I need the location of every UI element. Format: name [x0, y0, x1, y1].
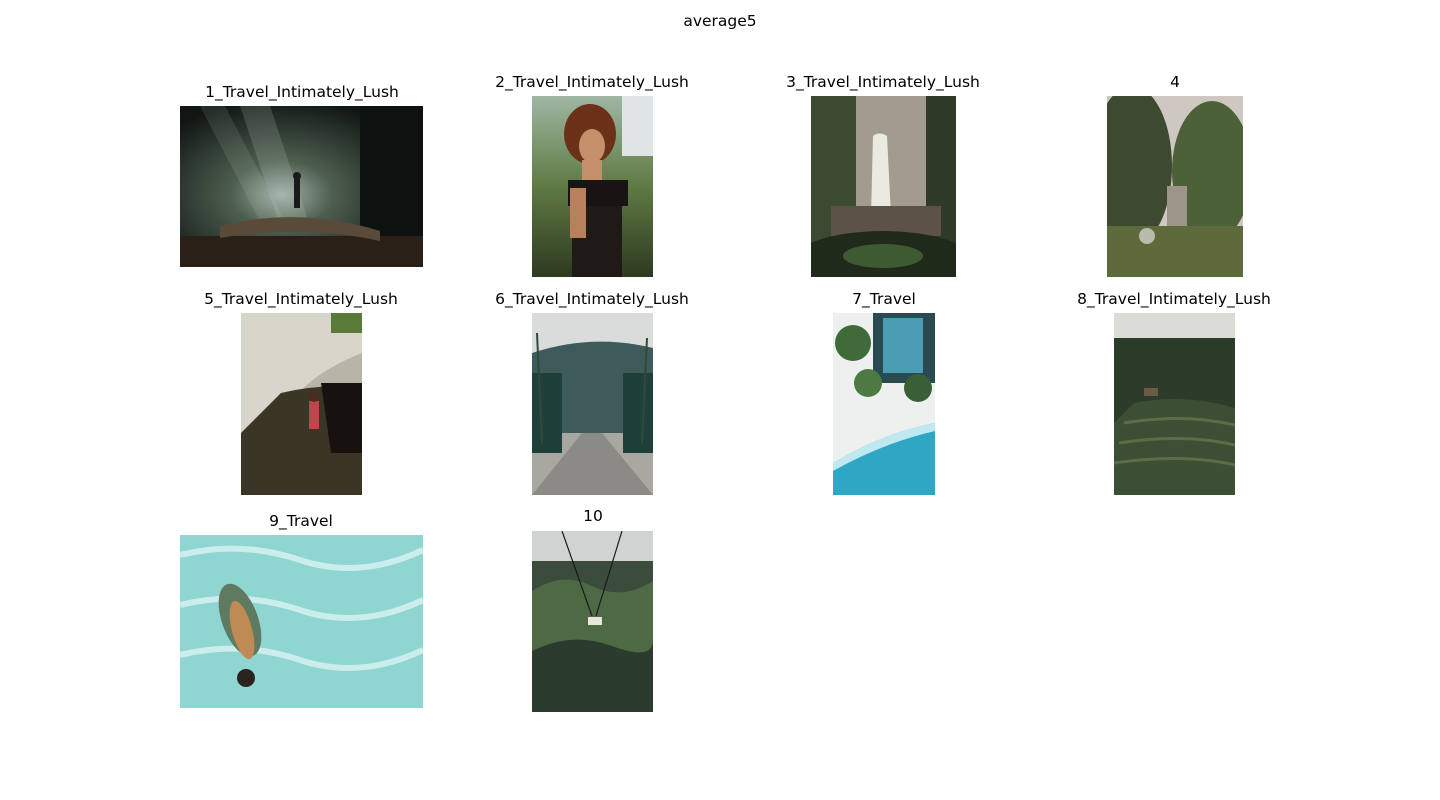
image-3-waterfall: [811, 96, 956, 277]
image-1-rainforest-hiker: [180, 106, 423, 267]
image-4-overgrown-trees: [1107, 96, 1243, 277]
image-6-palm-road: [532, 313, 653, 495]
image-10-jungle-swing: [532, 531, 653, 712]
caption-2: 2_Travel_Intimately_Lush: [495, 73, 689, 91]
image-9-swimmer-pool: [180, 535, 423, 708]
caption-1: 1_Travel_Intimately_Lush: [205, 83, 399, 101]
caption-9: 9_Travel: [269, 512, 333, 530]
image-2-portrait: [532, 96, 653, 277]
caption-8: 8_Travel_Intimately_Lush: [1077, 290, 1271, 308]
image-8-rice-terraces: [1114, 313, 1235, 495]
caption-4: 4: [1170, 73, 1180, 91]
caption-3: 3_Travel_Intimately_Lush: [786, 73, 980, 91]
caption-5: 5_Travel_Intimately_Lush: [204, 290, 398, 308]
caption-6: 6_Travel_Intimately_Lush: [495, 290, 689, 308]
figure-title: average5: [683, 12, 757, 30]
image-7-aerial-beach: [833, 313, 935, 495]
caption-10: 10: [583, 507, 603, 525]
image-5-rock-climber: [241, 313, 362, 495]
caption-7: 7_Travel: [852, 290, 916, 308]
